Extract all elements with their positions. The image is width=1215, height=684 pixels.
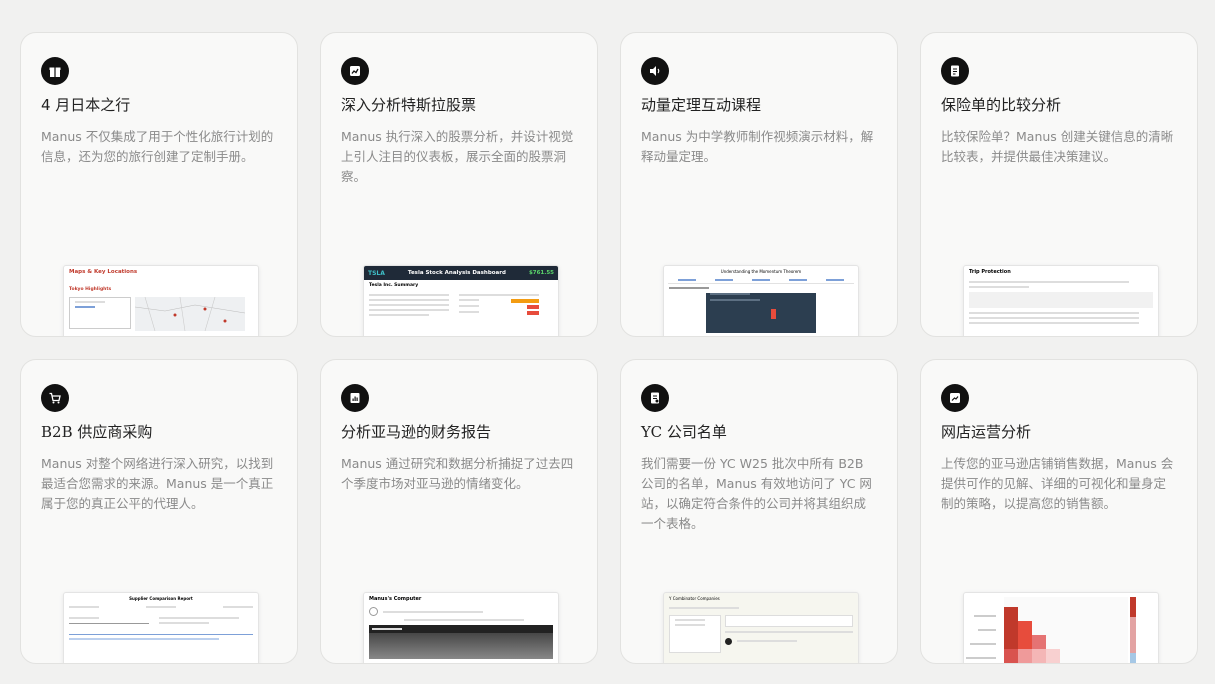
case-card-yc-companies[interactable]: YC 公司名单 我们需要一份 YC W25 批次中所有 B2B 公司的名单，Ma…: [620, 359, 898, 664]
card-description: 我们需要一份 YC W25 批次中所有 B2B 公司的名单，Manus 有效地访…: [641, 456, 872, 531]
preview-heading: Understanding the Momentum Theorem: [720, 269, 802, 274]
heatmap-thumbnail: [966, 597, 1136, 663]
cart-icon: [41, 384, 69, 412]
card-preview-image: Understanding the Momentum Theorem: [663, 265, 859, 336]
card-preview-image: Supplier Comparison Report: [63, 592, 259, 663]
card-title: 分析亚马逊的财务报告: [341, 423, 492, 441]
card-preview-image: [963, 592, 1159, 663]
gift-icon: [41, 57, 69, 85]
preview-heading: Trip Protection: [969, 269, 1011, 275]
card-description: Manus 对整个网络进行深入研究，以找到最适合您需求的来源。Manus 是一个…: [41, 456, 274, 511]
list-icon: [641, 384, 669, 412]
preview-heading: Tesla Stock Analysis Dashboard: [407, 270, 506, 276]
card-preview-image: TSLA Tesla Stock Analysis Dashboard $761…: [363, 265, 559, 336]
card-preview-image: Y Combinator Companies: [663, 592, 859, 663]
card-preview-image: Maps & Key Locations Tokyo Highlights: [63, 265, 259, 336]
preview-heading: Maps & Key Locations: [69, 269, 138, 275]
card-title: 网店运营分析: [941, 423, 1032, 441]
preview-heading: Supplier Comparison Report: [129, 596, 193, 601]
card-description: 比较保险单？Manus 创建关键信息的清晰比较表，并提供最佳决策建议。: [941, 129, 1174, 164]
store-chart-icon: [941, 384, 969, 412]
card-title: 保险单的比较分析: [941, 96, 1062, 114]
preview-price: $761.55: [528, 270, 554, 276]
speaker-icon: [641, 57, 669, 85]
preview-heading: Manus's Computer: [369, 596, 422, 602]
card-title: YC 公司名单: [641, 423, 727, 441]
report-icon: [341, 384, 369, 412]
case-card-momentum-course[interactable]: 动量定理互动课程 Manus 为中学教师制作视频演示材料，解释动量定理。 Und…: [620, 32, 898, 337]
case-card-b2b-sourcing[interactable]: B2B 供应商采购 Manus 对整个网络进行深入研究，以找到最适合您需求的来源…: [20, 359, 298, 664]
case-card-tesla-stock[interactable]: 深入分析特斯拉股票 Manus 执行深入的股票分析，并设计视觉上引人注目的仪表板…: [320, 32, 598, 337]
case-card-store-analytics[interactable]: 网店运营分析 上传您的亚马逊店铺销售数据，Manus 会提供可作的见解、详细的可…: [920, 359, 1198, 664]
document-icon: [941, 57, 969, 85]
chart-icon: [341, 57, 369, 85]
card-description: Manus 为中学教师制作视频演示材料，解释动量定理。: [641, 129, 874, 164]
card-description: Manus 不仅集成了用于个性化旅行计划的信息，还为您的旅行创建了定制手册。: [41, 129, 274, 164]
card-description: Manus 执行深入的股票分析，并设计视觉上引人注目的仪表板，展示全面的股票洞察…: [341, 129, 574, 184]
case-card-amazon-financials[interactable]: 分析亚马逊的财务报告 Manus 通过研究和数据分析捕捉了过去四个季度市场对亚马…: [320, 359, 598, 664]
preview-brand: TSLA: [368, 269, 385, 277]
card-title: 动量定理互动课程: [641, 96, 762, 114]
card-preview-image: Manus's Computer: [363, 592, 559, 663]
case-card-insurance-compare[interactable]: 保险单的比较分析 比较保险单？Manus 创建关键信息的清晰比较表，并提供最佳决…: [920, 32, 1198, 337]
use-case-grid: 4 月日本之行 Manus 不仅集成了用于个性化旅行计划的信息，还为您的旅行创建…: [20, 32, 1198, 664]
card-title: 4 月日本之行: [41, 96, 131, 114]
case-card-japan-trip[interactable]: 4 月日本之行 Manus 不仅集成了用于个性化旅行计划的信息，还为您的旅行创建…: [20, 32, 298, 337]
card-preview-image: Trip Protection: [963, 265, 1159, 336]
card-description: Manus 通过研究和数据分析捕捉了过去四个季度市场对亚马逊的情绪变化。: [341, 456, 574, 491]
card-description: 上传您的亚马逊店铺销售数据，Manus 会提供可作的见解、详细的可视化和量身定制…: [941, 456, 1174, 511]
card-title: B2B 供应商采购: [41, 423, 153, 441]
preview-heading: Y Combinator Companies: [669, 596, 720, 601]
preview-subheading: Tokyo Highlights: [69, 287, 112, 292]
preview-subheading: Tesla Inc. Summary: [369, 283, 419, 288]
card-title: 深入分析特斯拉股票: [341, 96, 477, 114]
